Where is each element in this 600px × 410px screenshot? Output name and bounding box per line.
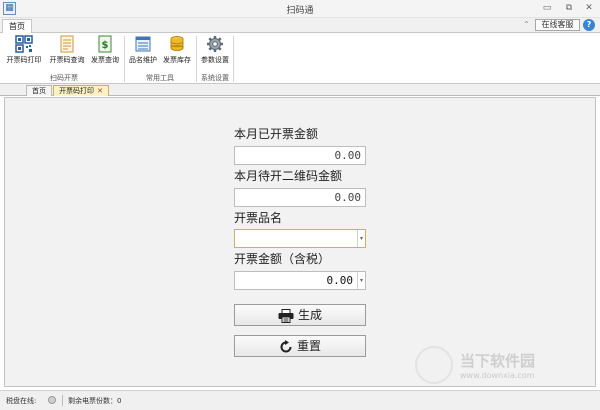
generate-button[interactable]: 生成 [234, 304, 366, 326]
parameter-settings-label: 参数设置 [201, 56, 229, 64]
svg-text:$: $ [102, 40, 109, 51]
status-bar: 税盘在线: 剩余电票份数：0 [0, 390, 600, 410]
tax-disk-status-label: 税盘在线: [6, 397, 37, 405]
title-bar: ▦ 扫码通 ▭ ⧉ ✕ [0, 0, 600, 18]
generate-label: 生成 [297, 308, 322, 322]
printer-icon [278, 308, 294, 323]
remaining-invoices-label: 剩余电票份数：0 [68, 397, 122, 405]
window-title: 扫码通 [286, 6, 314, 16]
product-list-icon [135, 36, 151, 52]
query-invoice-code-label: 开票码查询 [49, 56, 85, 64]
print-invoice-code-label: 开票码打印 [6, 56, 42, 64]
reset-label: 重置 [296, 339, 321, 353]
invoice-query-button[interactable]: $ 发票查询 [89, 35, 121, 71]
qr-code-icon [15, 35, 33, 53]
tab-home[interactable]: 首页 [2, 19, 32, 33]
product-name-combobox[interactable]: ▾ [234, 229, 366, 248]
spinner-arrow-icon[interactable]: ▾ [357, 272, 365, 289]
watermark-url: www.downxia.com [460, 371, 535, 380]
group-label-common-tools: 常用工具 [146, 74, 174, 82]
product-maintenance-label: 品名维护 [129, 56, 157, 64]
restore-button[interactable]: ⧉ [562, 2, 576, 14]
minimize-button[interactable]: ▭ [540, 2, 554, 14]
status-separator [62, 395, 63, 406]
doc-tab-home[interactable]: 首页 [26, 85, 52, 96]
doc-tab-print-label: 开票码打印 [59, 87, 95, 95]
document-icon [60, 35, 74, 53]
invoice-amount-value: 0.00 [326, 274, 354, 287]
gear-icon [207, 36, 223, 52]
collapse-ribbon-icon[interactable]: ⌃ [523, 20, 530, 29]
product-name-label: 开票品名 [234, 211, 283, 225]
ribbon-tab-row: 首页 ⌃ 在线客服 ? [0, 18, 600, 33]
invoice-amount-input[interactable]: 0.00 ▾ [234, 271, 366, 290]
tax-disk-status-indicator [48, 396, 56, 404]
product-maintenance-button[interactable]: 品名维护 [127, 35, 159, 71]
group-label-scan-invoice: 扫码开票 [50, 74, 78, 82]
close-button[interactable]: ✕ [582, 2, 596, 14]
pending-amount-field: 0.00 [234, 188, 366, 207]
issued-amount-field: 0.00 [234, 146, 366, 165]
reset-arrow-icon [280, 339, 292, 352]
reset-button[interactable]: 重置 [234, 335, 366, 357]
group-separator [124, 36, 125, 82]
invoice-stock-label: 发票库存 [163, 56, 191, 64]
close-tab-icon[interactable]: ✕ [97, 87, 103, 95]
group-separator [233, 36, 234, 82]
ribbon: 开票码打印 开票码查询 $ 发票查询 扫码开票 品名维护 发票库存 常用工具 参… [0, 32, 600, 84]
doc-tab-print-invoice-code[interactable]: 开票码打印 ✕ [53, 85, 109, 96]
pending-amount-label: 本月待开二维码金额 [234, 169, 343, 183]
help-icon[interactable]: ? [583, 19, 595, 31]
group-separator [196, 36, 197, 82]
dropdown-arrow-icon[interactable]: ▾ [357, 230, 365, 247]
invoice-dollar-icon: $ [98, 35, 112, 53]
watermark-logo [415, 346, 453, 384]
doc-tab-home-label: 首页 [32, 87, 46, 95]
print-invoice-code-button[interactable]: 开票码打印 [5, 35, 43, 71]
group-label-system-settings: 系统设置 [201, 74, 229, 82]
online-service-button[interactable]: 在线客服 [535, 19, 580, 31]
invoice-amount-label: 开票金额（含税） [234, 252, 331, 266]
watermark-text: 当下软件园 [460, 352, 536, 370]
query-invoice-code-button[interactable]: 开票码查询 [47, 35, 87, 71]
issued-amount-label: 本月已开票金额 [234, 127, 319, 141]
invoice-query-label: 发票查询 [91, 56, 119, 64]
document-tab-strip: 首页 开票码打印 ✕ [0, 84, 600, 96]
parameter-settings-button[interactable]: 参数设置 [199, 35, 231, 71]
coin-stack-icon [170, 36, 184, 51]
invoice-stock-button[interactable]: 发票库存 [161, 35, 193, 71]
